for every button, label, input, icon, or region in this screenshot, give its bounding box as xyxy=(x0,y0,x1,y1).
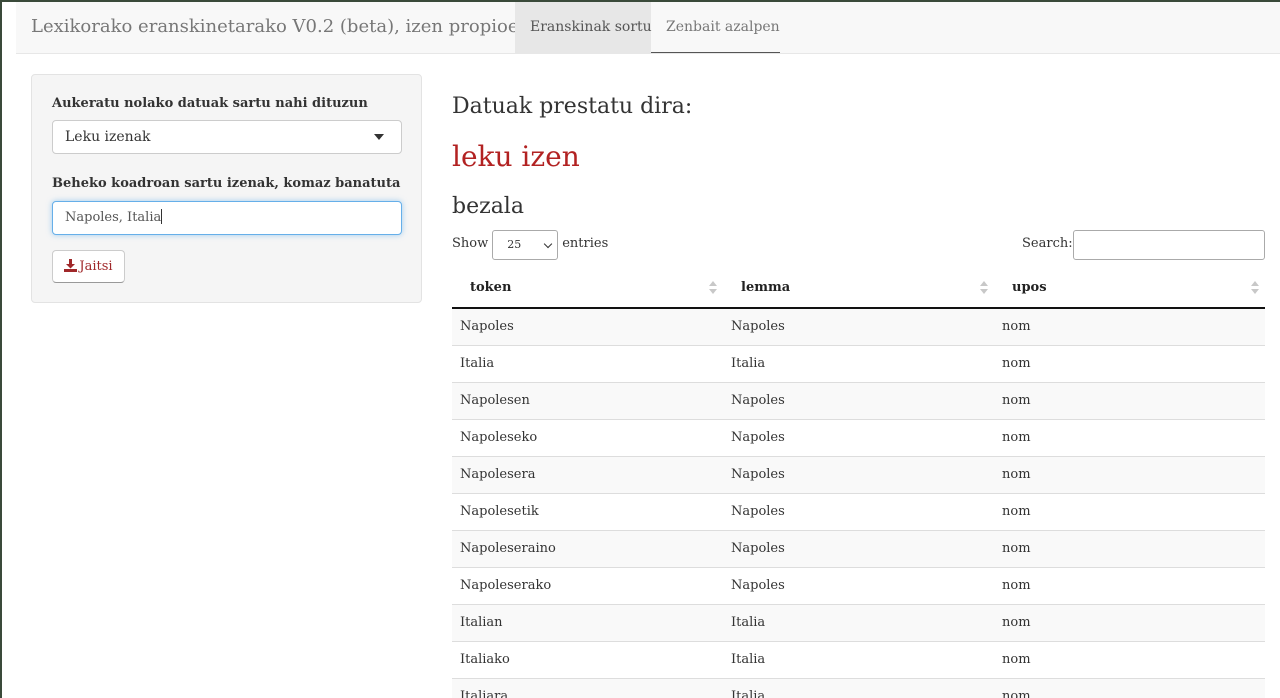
cell-token: Napolesera xyxy=(460,467,536,482)
table-header: token lemma upos xyxy=(452,268,1265,309)
caret-down-icon xyxy=(374,134,384,140)
entries-length-value: 25 xyxy=(507,238,522,251)
cell-lemma: Napoles xyxy=(731,541,785,556)
table-row: Napolesera Napoles nom xyxy=(452,457,1265,494)
cell-token: Italian xyxy=(460,615,503,630)
cell-upos: nom xyxy=(1002,578,1031,593)
cell-lemma: Napoles xyxy=(731,504,785,519)
cell-lemma: Napoles xyxy=(731,467,785,482)
cell-lemma: Napoles xyxy=(731,430,785,445)
cell-lemma: Napoles xyxy=(731,393,785,408)
search-label: Search: xyxy=(1022,236,1073,251)
cell-upos: nom xyxy=(1002,652,1031,667)
column-header-upos[interactable]: upos xyxy=(1012,268,1047,307)
table-row: Napolesetik Napoles nom xyxy=(452,494,1265,531)
cell-lemma: Italia xyxy=(731,689,766,698)
cell-upos: nom xyxy=(1002,430,1031,445)
tab-eranskinak-sortu[interactable]: Eranskinak sortu xyxy=(515,2,652,53)
cell-upos: nom xyxy=(1002,689,1031,698)
cell-upos: nom xyxy=(1002,467,1031,482)
cell-upos: nom xyxy=(1002,615,1031,630)
show-label: Show xyxy=(452,236,489,251)
table-row: Italiara Italia nom xyxy=(452,679,1265,698)
cell-lemma: Napoles xyxy=(731,578,785,593)
data-type-selected-value: Leku izenak xyxy=(65,129,151,145)
sort-icon[interactable] xyxy=(980,281,988,295)
sidebar-panel: Aukeratu nolako datuak sartu nahi dituzu… xyxy=(31,74,422,303)
cell-upos: nom xyxy=(1002,541,1031,556)
data-type-select[interactable]: Leku izenak xyxy=(52,120,402,154)
chevron-down-icon xyxy=(543,239,553,249)
table-row: Italia Italia nom xyxy=(452,346,1265,383)
cell-token: Italiako xyxy=(460,652,510,667)
sort-icon[interactable] xyxy=(1251,281,1259,295)
cell-token: Napolesen xyxy=(460,393,530,408)
download-label: Jaitsi xyxy=(79,259,113,274)
entries-label: entries xyxy=(562,236,609,251)
cell-lemma: Napoles xyxy=(731,319,785,334)
cell-token: Napoleserako xyxy=(460,578,552,593)
text-cursor xyxy=(161,209,163,224)
table-row: Italiako Italia nom xyxy=(452,642,1265,679)
bezala-heading: bezala xyxy=(452,194,524,219)
table-row: Napoleserako Napoles nom xyxy=(452,568,1265,605)
download-button[interactable]: Jaitsi xyxy=(52,250,125,283)
table-row: Italian Italia nom xyxy=(452,605,1265,642)
window-left-border xyxy=(0,0,2,698)
cell-token: Napoleseko xyxy=(460,430,538,445)
names-input-value: Napoles, Italia xyxy=(65,210,162,225)
cell-upos: nom xyxy=(1002,504,1031,519)
sort-icon[interactable] xyxy=(709,281,717,295)
data-type-heading: leku izen xyxy=(452,140,580,173)
table-row: Napoleseko Napoles nom xyxy=(452,420,1265,457)
cell-token: Napolesetik xyxy=(460,504,539,519)
names-input[interactable]: Napoles, Italia xyxy=(52,201,402,235)
cell-lemma: Italia xyxy=(731,615,766,630)
navbar: Lexikorako eranskinetarako V0.2 (beta), … xyxy=(16,2,1280,54)
cell-token: Italiara xyxy=(460,689,509,698)
cell-token: Napoles xyxy=(460,319,514,334)
entries-length-select[interactable]: 25 xyxy=(492,230,559,260)
table-body: Napoles Napoles nom Italia Italia nom Na… xyxy=(452,309,1265,698)
cell-upos: nom xyxy=(1002,356,1031,371)
column-header-lemma[interactable]: lemma xyxy=(741,268,790,307)
download-icon xyxy=(64,258,78,272)
cell-lemma: Italia xyxy=(731,652,766,667)
table-row: Napoleseraino Napoles nom xyxy=(452,531,1265,568)
ready-heading: Datuak prestatu dira: xyxy=(452,94,693,119)
cell-token: Italia xyxy=(460,356,495,371)
names-label: Beheko koadroan sartu izenak, komaz bana… xyxy=(52,176,401,191)
table-row: Napolesen Napoles nom xyxy=(452,383,1265,420)
cell-lemma: Italia xyxy=(731,356,766,371)
tab-zenbait-azalpen[interactable]: Zenbait azalpen xyxy=(651,2,780,53)
table-search-input[interactable] xyxy=(1073,230,1265,260)
cell-token: Napoleseraino xyxy=(460,541,556,556)
column-header-token[interactable]: token xyxy=(470,268,511,307)
cell-upos: nom xyxy=(1002,319,1031,334)
data-type-label: Aukeratu nolako datuak sartu nahi dituzu… xyxy=(52,96,368,111)
entries-length-control: Show 25 entries xyxy=(452,230,608,260)
table-row: Napoles Napoles nom xyxy=(452,309,1265,346)
app-title: Lexikorako eranskinetarako V0.2 (beta), … xyxy=(31,16,578,37)
cell-upos: nom xyxy=(1002,393,1031,408)
